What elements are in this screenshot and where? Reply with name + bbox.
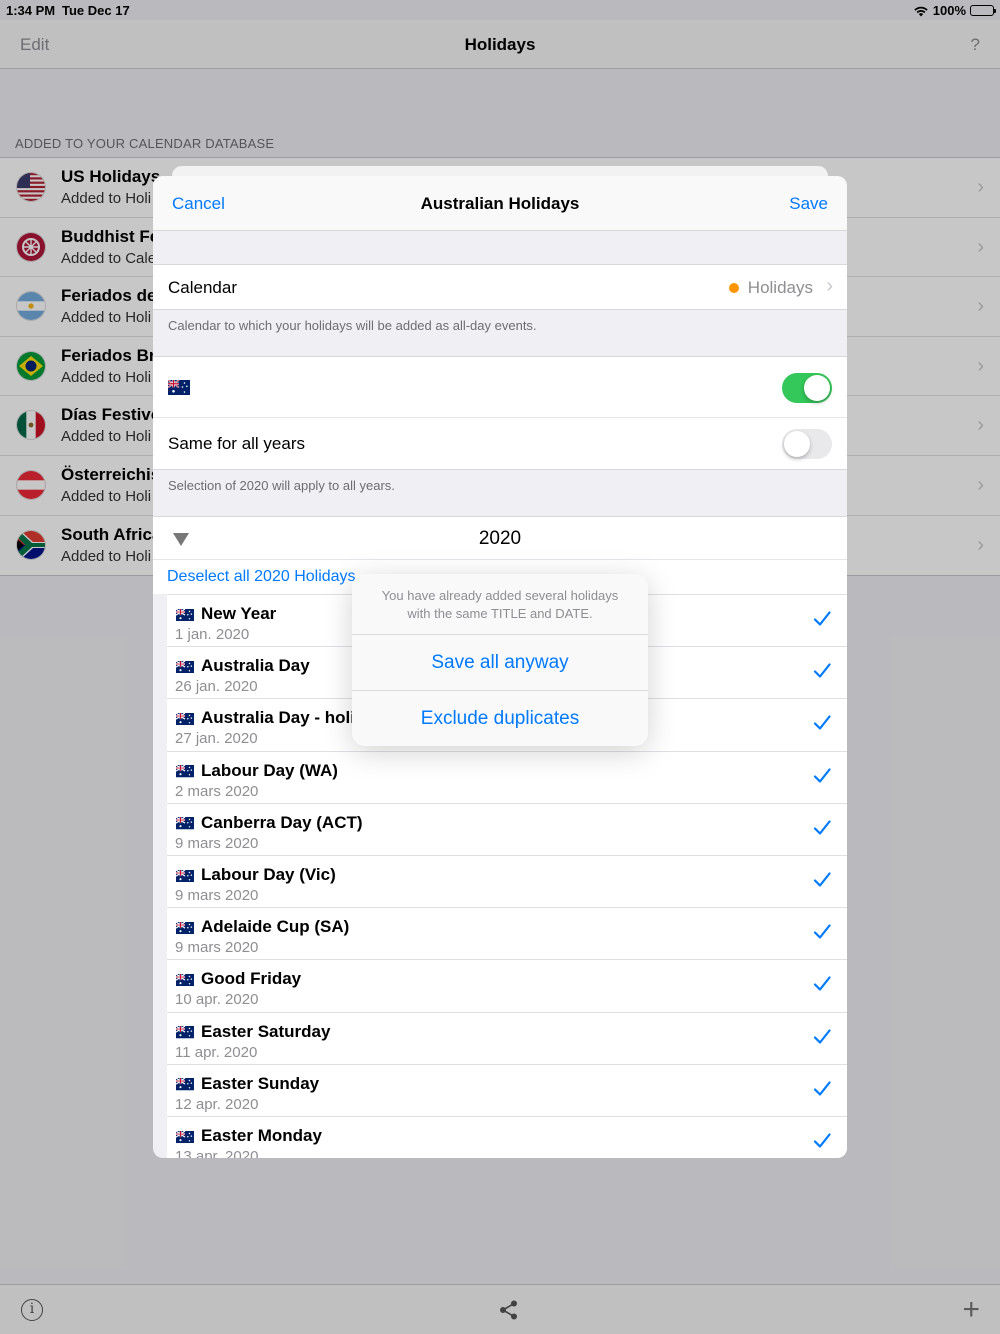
checkmark-icon[interactable] — [813, 975, 831, 993]
australia-flag-icon — [175, 816, 194, 830]
calendar-name: Holidays — [747, 278, 813, 297]
calendar-row[interactable]: Calendar Holidays › — [153, 264, 847, 310]
country-enabled-toggle[interactable] — [782, 373, 832, 403]
same-for-all-years-label: Same for all years — [168, 434, 305, 453]
holiday-row[interactable]: Adelaide Cup (SA) 9 mars 2020 — [167, 907, 847, 959]
alert-message-line: You have already added several holidays — [381, 588, 619, 603]
holiday-date: 27 jan. 2020 — [175, 730, 258, 748]
same-for-all-years-toggle[interactable] — [782, 429, 832, 459]
chevron-right-icon: › — [826, 275, 833, 297]
holiday-name: Canberra Day (ACT) — [201, 812, 363, 832]
sheet-navbar: Cancel Australian Holidays Save — [153, 176, 847, 231]
holiday-row[interactable]: Labour Day (WA) 2 mars 2020 — [167, 750, 847, 803]
checkmark-icon[interactable] — [813, 1132, 831, 1150]
calendar-footnote: Calendar to which your holidays will be … — [168, 318, 537, 333]
save-all-anyway-button[interactable]: Save all anyway — [352, 634, 648, 690]
holiday-date: 26 jan. 2020 — [175, 678, 258, 696]
holiday-row[interactable]: Good Friday 10 apr. 2020 — [167, 959, 847, 1011]
holiday-date: 9 mars 2020 — [175, 834, 259, 852]
duplicates-alert: You have already added several holidays … — [352, 574, 648, 746]
australia-flag-icon — [168, 380, 190, 395]
australia-flag-icon — [175, 712, 194, 726]
holiday-row[interactable]: Labour Day (Vic) 9 mars 2020 — [167, 854, 847, 907]
holiday-row[interactable]: Canberra Day (ACT) 9 mars 2020 — [167, 802, 847, 855]
country-toggle-row — [153, 356, 847, 418]
calendar-label: Calendar — [168, 278, 237, 297]
holiday-date: 11 apr. 2020 — [175, 1043, 258, 1061]
checkmark-icon[interactable] — [813, 1028, 831, 1046]
checkmark-icon[interactable] — [813, 714, 831, 732]
alert-message-line: with the same TITLE and DATE. — [407, 606, 593, 621]
checkmark-icon[interactable] — [813, 1080, 831, 1098]
holiday-name: Good Friday — [201, 969, 302, 989]
holiday-date: 10 apr. 2020 — [175, 991, 259, 1009]
australia-flag-icon — [175, 1130, 194, 1143]
australia-flag-icon — [175, 660, 194, 674]
australia-flag-icon — [175, 764, 194, 778]
same-years-footnote: Selection of 2020 will apply to all year… — [168, 478, 395, 493]
holiday-date: 2 mars 2020 — [175, 782, 259, 800]
checkmark-icon[interactable] — [813, 662, 831, 680]
exclude-duplicates-button[interactable]: Exclude duplicates — [352, 690, 648, 746]
year-header[interactable]: 2020 — [153, 516, 847, 560]
holiday-row[interactable]: Easter Monday 13 apr. 2020 — [167, 1115, 847, 1158]
calendar-color-dot — [728, 283, 739, 293]
checkmark-icon[interactable] — [813, 767, 831, 785]
holiday-name: Easter Saturday — [201, 1021, 331, 1041]
holiday-date: 12 apr. 2020 — [175, 1095, 259, 1113]
holiday-name: New Year — [201, 604, 277, 623]
holiday-name: Labour Day (WA) — [201, 760, 338, 780]
australia-flag-icon — [175, 973, 194, 987]
checkmark-icon[interactable] — [813, 610, 831, 628]
holiday-name: Easter Sunday — [201, 1073, 320, 1093]
australia-flag-icon — [175, 921, 194, 935]
alert-message: You have already added several holidays … — [368, 587, 632, 623]
same-for-all-years-row: Same for all years — [153, 418, 847, 470]
holiday-name: Australia Day - holic — [201, 708, 365, 728]
holiday-name: Australia Day — [201, 656, 310, 676]
checkmark-icon[interactable] — [813, 819, 831, 837]
holiday-row[interactable]: Easter Sunday 12 apr. 2020 — [167, 1063, 847, 1116]
holiday-date: 13 apr. 2020 — [175, 1147, 259, 1158]
holiday-date: 1 jan. 2020 — [175, 626, 250, 643]
checkmark-icon[interactable] — [813, 923, 831, 941]
save-button[interactable]: Save — [789, 194, 828, 214]
checkmark-icon[interactable] — [813, 871, 831, 889]
australia-flag-icon — [175, 869, 194, 882]
holiday-row[interactable]: Easter Saturday 11 apr. 2020 — [167, 1011, 847, 1064]
sheet-title: Australian Holidays — [420, 194, 580, 213]
holiday-name: Easter Monday — [201, 1125, 322, 1145]
australia-flag-icon — [175, 1077, 194, 1091]
australia-flag-icon — [175, 608, 194, 621]
australia-flag-icon — [175, 1025, 194, 1039]
holiday-date: 9 mars 2020 — [175, 886, 259, 904]
holiday-date: 9 mars 2020 — [175, 939, 259, 957]
deselect-all-button[interactable]: Deselect all 2020 Holidays — [167, 568, 356, 586]
holiday-name: Adelaide Cup (SA) — [201, 917, 350, 937]
calendar-value: Holidays — [728, 278, 813, 298]
holiday-name: Labour Day (Vic) — [201, 864, 336, 884]
year-label: 2020 — [478, 528, 522, 549]
